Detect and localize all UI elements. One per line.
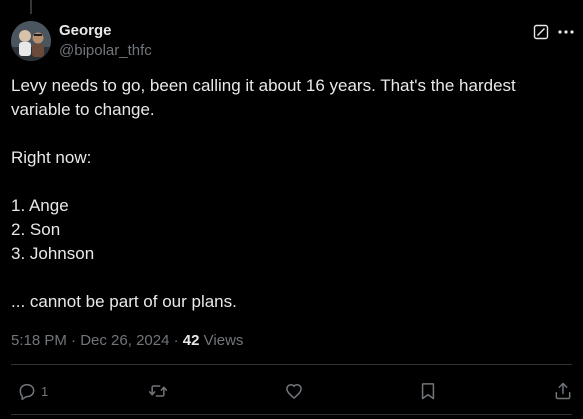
reply-icon [19, 384, 35, 401]
meta-separator: · [173, 332, 179, 349]
tweet-line: Right now: [11, 148, 92, 167]
like-icon [286, 384, 302, 399]
avatar[interactable] [11, 21, 51, 61]
views-label[interactable]: Views [204, 332, 244, 349]
reply-count: 1 [41, 383, 49, 399]
bookmark-button[interactable] [418, 380, 438, 402]
tweet-line: ... cannot be part of our plans. [11, 292, 237, 311]
tweet-blank-line [11, 170, 571, 194]
tweet-date[interactable]: Dec 26, 2024 [80, 332, 169, 349]
author-display-name[interactable]: George [59, 22, 112, 39]
more-icon[interactable] [556, 24, 576, 40]
grok-icon[interactable] [533, 24, 549, 40]
tweet-list-item: 2. Son [11, 220, 61, 239]
tweet-list-item: 1. Ange [11, 196, 69, 215]
bookmark-icon [421, 383, 435, 400]
tweet-text: Levy needs to go, been calling it about … [11, 74, 571, 314]
reply-button[interactable]: 1 [17, 380, 48, 402]
tweet-line: Levy needs to go, been calling it about … [11, 76, 516, 119]
views-count[interactable]: 42 [183, 332, 200, 349]
tweet-time[interactable]: 5:18 PM [11, 332, 67, 349]
repost-button[interactable] [148, 380, 168, 402]
tweet-meta: 5:18 PM · Dec 26, 2024 · 42 Views [11, 332, 243, 349]
divider-top [11, 364, 572, 365]
meta-separator: · [71, 332, 77, 349]
share-icon [555, 382, 571, 400]
author-handle[interactable]: @bipolar_thfc [59, 42, 152, 59]
tweet-blank-line [11, 122, 571, 146]
tweet-blank-line [11, 266, 571, 290]
share-button[interactable] [553, 380, 573, 402]
avatar-image [11, 21, 51, 61]
divider-bottom [11, 414, 572, 415]
like-button[interactable] [284, 380, 304, 402]
tweet-list-item: 3. Johnson [11, 244, 95, 263]
thread-connector-line [30, 0, 32, 14]
repost-icon [148, 385, 168, 397]
